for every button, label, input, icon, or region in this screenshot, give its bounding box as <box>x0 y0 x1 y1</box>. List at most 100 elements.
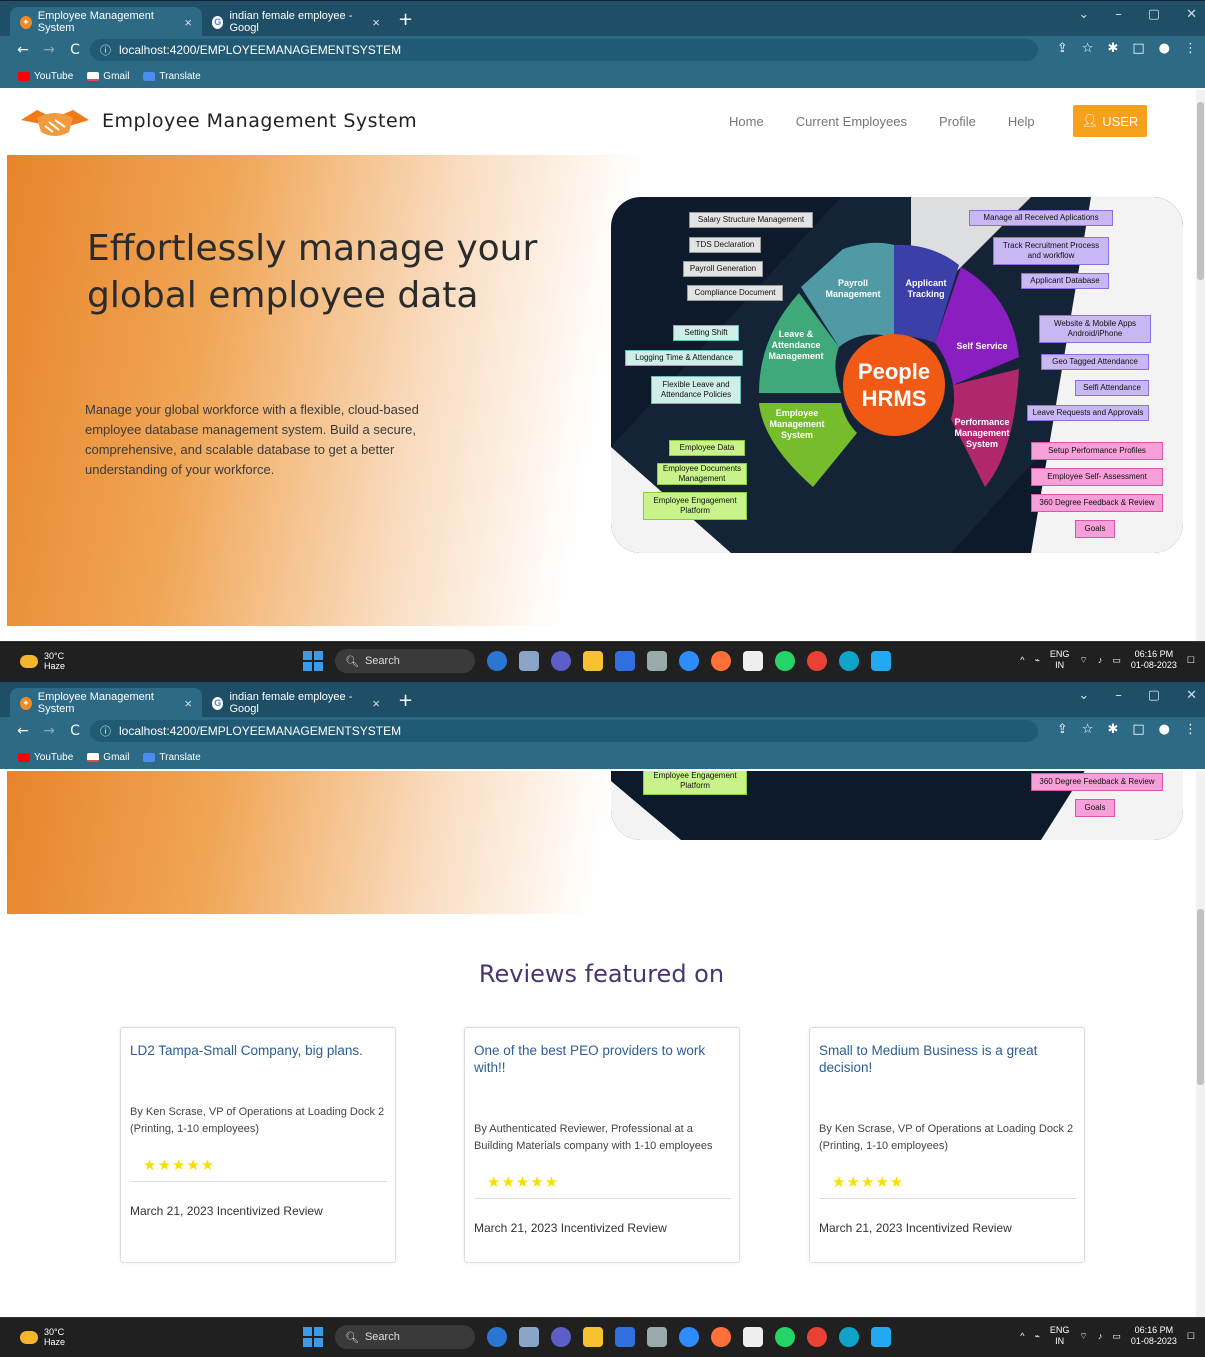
bookmark-gmail[interactable]: Gmail <box>87 752 129 763</box>
nav-current-employees[interactable]: Current Employees <box>796 114 907 129</box>
whatsapp-icon[interactable] <box>775 651 795 671</box>
zoom-icon[interactable] <box>679 651 699 671</box>
profile-avatar-icon[interactable]: ● <box>1159 722 1170 737</box>
tab-search-icon[interactable]: ⌄ <box>1078 7 1089 22</box>
close-window-icon[interactable]: ✕ <box>1186 688 1197 703</box>
bookmark-youtube[interactable]: YouTube <box>18 71 73 82</box>
clock[interactable]: 06:16 PM 01-08-2023 <box>1131 1325 1177 1347</box>
menu-kebab-icon[interactable]: ⋮ <box>1184 41 1197 56</box>
tab-google-search[interactable]: G indian female employee - Googl × <box>202 7 390 37</box>
minimize-icon[interactable]: – <box>1115 688 1122 703</box>
address-bar[interactable]: ⓘ localhost:4200/EMPLOYEEMANAGEMENTSYSTE… <box>90 720 1038 742</box>
new-tab-button[interactable]: + <box>398 9 413 30</box>
weather-widget[interactable]: 30°C Haze <box>20 651 65 671</box>
volume-icon[interactable]: ♪ <box>1098 1331 1103 1342</box>
back-icon[interactable]: ← <box>12 723 34 739</box>
close-tab-icon[interactable]: × <box>372 696 380 711</box>
chevron-up-icon[interactable]: ^ <box>1020 1331 1024 1342</box>
bookmark-gmail[interactable]: Gmail <box>87 71 129 82</box>
scrollbar-thumb[interactable] <box>1197 102 1204 280</box>
info-icon[interactable]: ⓘ <box>100 723 111 739</box>
sidepanel-icon[interactable]: □ <box>1132 41 1144 56</box>
bookmark-translate[interactable]: Translate <box>143 71 201 82</box>
windows-start-icon[interactable] <box>303 1327 323 1347</box>
reload-icon[interactable]: C <box>64 42 86 58</box>
extensions-icon[interactable]: ✱ <box>1107 722 1118 737</box>
taskbar-search[interactable]: 🔍︎ Search <box>335 1325 475 1349</box>
bookmark-youtube[interactable]: YouTube <box>18 752 73 763</box>
chevron-up-icon[interactable]: ^ <box>1020 655 1024 666</box>
address-bar[interactable]: ⓘ localhost:4200/EMPLOYEEMANAGEMENTSYSTE… <box>90 39 1038 61</box>
firefox-icon[interactable] <box>711 651 731 671</box>
star-icon[interactable]: ☆ <box>1082 722 1094 737</box>
bing-icon[interactable] <box>487 651 507 671</box>
bing-icon[interactable] <box>487 1327 507 1347</box>
vscode-icon[interactable] <box>871 1327 891 1347</box>
tab-google-search[interactable]: G indian female employee - Googl × <box>202 688 390 718</box>
new-tab-button[interactable]: + <box>398 690 413 711</box>
whatsapp-icon[interactable] <box>775 1327 795 1347</box>
bookmark-translate[interactable]: Translate <box>143 752 201 763</box>
file-explorer-icon[interactable] <box>583 1327 603 1347</box>
menu-kebab-icon[interactable]: ⋮ <box>1184 722 1197 737</box>
close-tab-icon[interactable]: × <box>184 15 192 30</box>
review-title[interactable]: One of the best PEO providers to work wi… <box>474 1042 730 1076</box>
extensions-icon[interactable]: ✱ <box>1107 41 1118 56</box>
camera-icon[interactable] <box>647 1327 667 1347</box>
edge-icon[interactable] <box>839 1327 859 1347</box>
restore-icon[interactable]: ▢ <box>1148 688 1160 703</box>
user-button[interactable]: 👤︎ USER <box>1073 105 1147 137</box>
notification-icon[interactable]: ☐ <box>1187 655 1195 666</box>
page-scrollbar[interactable] <box>1196 90 1205 641</box>
review-title[interactable]: Small to Medium Business is a great deci… <box>819 1042 1075 1076</box>
teams-icon[interactable] <box>551 651 571 671</box>
windows-start-icon[interactable] <box>303 651 323 671</box>
reload-icon[interactable]: C <box>64 723 86 739</box>
nav-help[interactable]: Help <box>1008 114 1035 129</box>
minimize-icon[interactable]: – <box>1115 7 1122 22</box>
task-view-icon[interactable] <box>519 1327 539 1347</box>
volume-icon[interactable]: ♪ <box>1098 655 1103 666</box>
back-icon[interactable]: ← <box>12 42 34 58</box>
share-icon[interactable]: ⇪ <box>1057 41 1068 56</box>
teams-icon[interactable] <box>551 1327 571 1347</box>
forward-icon[interactable]: → <box>38 723 60 739</box>
scrollbar-thumb[interactable] <box>1197 909 1204 1085</box>
restore-icon[interactable]: ▢ <box>1148 7 1160 22</box>
store-icon[interactable] <box>615 651 635 671</box>
taskbar-search[interactable]: 🔍︎ Search <box>335 649 475 673</box>
calculator-icon[interactable] <box>743 1327 763 1347</box>
share-icon[interactable]: ⇪ <box>1057 722 1068 737</box>
clock[interactable]: 06:16 PM 01-08-2023 <box>1131 649 1177 671</box>
close-tab-icon[interactable]: × <box>184 696 192 711</box>
task-view-icon[interactable] <box>519 651 539 671</box>
weather-widget[interactable]: 30°C Haze <box>20 1327 65 1347</box>
camera-icon[interactable] <box>647 651 667 671</box>
sidepanel-icon[interactable]: □ <box>1132 722 1144 737</box>
close-tab-icon[interactable]: × <box>372 15 380 30</box>
tab-employee-management[interactable]: ✦ Employee Management System × <box>10 688 202 718</box>
notification-icon[interactable]: ☐ <box>1187 1331 1195 1342</box>
calculator-icon[interactable] <box>743 651 763 671</box>
chrome-icon[interactable] <box>807 651 827 671</box>
tab-search-icon[interactable]: ⌄ <box>1078 688 1089 703</box>
battery-icon[interactable]: ▭ <box>1112 655 1121 666</box>
chrome-icon[interactable] <box>807 1327 827 1347</box>
wifi-icon[interactable]: ⌔ <box>1079 655 1087 666</box>
star-icon[interactable]: ☆ <box>1082 41 1094 56</box>
nav-home[interactable]: Home <box>729 114 764 129</box>
firefox-icon[interactable] <box>711 1327 731 1347</box>
vscode-icon[interactable] <box>871 651 891 671</box>
store-icon[interactable] <box>615 1327 635 1347</box>
battery-icon[interactable]: ▭ <box>1112 1331 1121 1342</box>
language-indicator[interactable]: ENG IN <box>1050 1325 1070 1347</box>
file-explorer-icon[interactable] <box>583 651 603 671</box>
edge-icon[interactable] <box>839 651 859 671</box>
input-icon[interactable]: ⌁ <box>1034 655 1039 666</box>
brand-name[interactable]: Employee Management System <box>102 110 417 132</box>
forward-icon[interactable]: → <box>38 42 60 58</box>
page-scrollbar[interactable] <box>1196 771 1205 1323</box>
input-icon[interactable]: ⌁ <box>1034 1331 1039 1342</box>
wifi-icon[interactable]: ⌔ <box>1079 1331 1087 1342</box>
review-title[interactable]: LD2 Tampa-Small Company, big plans. <box>130 1042 386 1059</box>
